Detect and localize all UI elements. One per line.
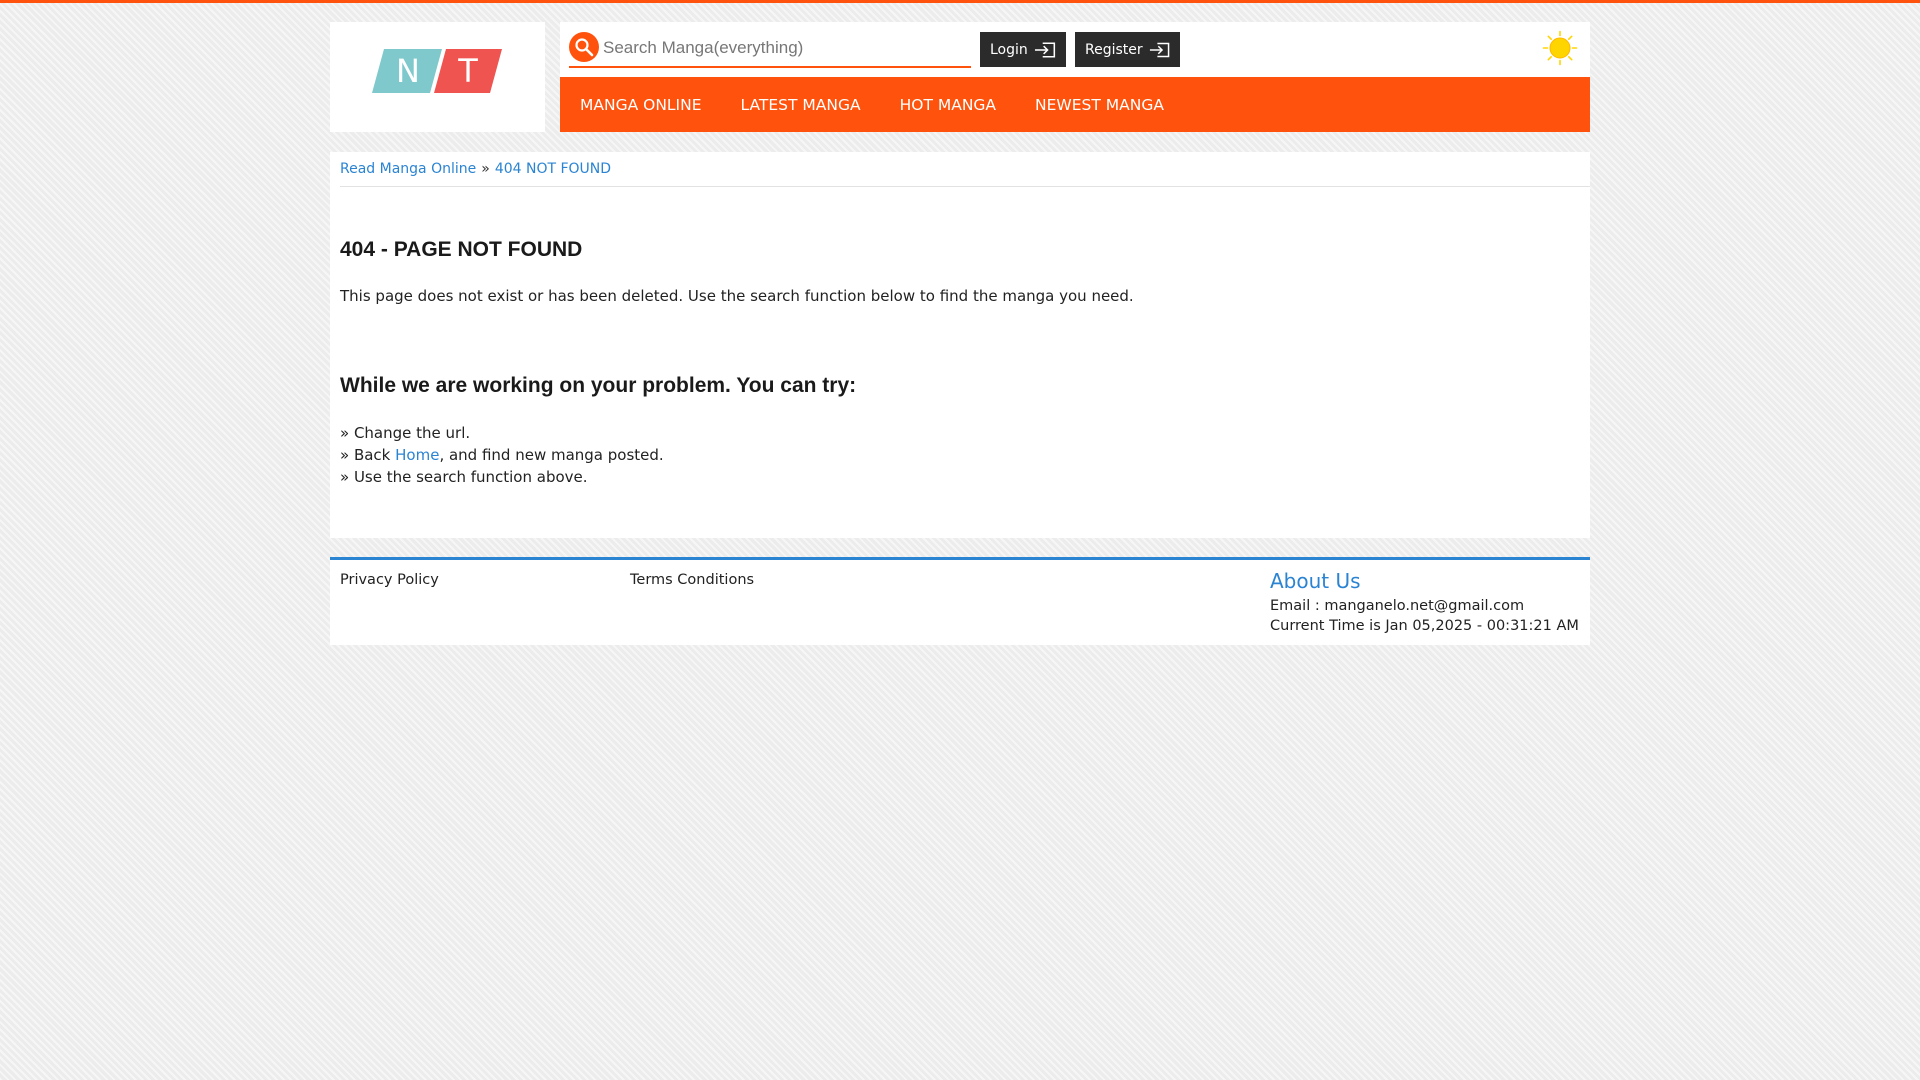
breadcrumb-separator: »	[481, 161, 490, 177]
breadcrumb: Read Manga Online » 404 NOT FOUND	[340, 152, 1590, 187]
header: Login Register	[560, 22, 1590, 132]
sun-icon	[1542, 30, 1578, 66]
nav-item-latest-manga[interactable]: LATEST MANGA	[741, 96, 861, 114]
logo-letter-n: N	[396, 52, 420, 90]
page-title: 404 - PAGE NOT FOUND	[340, 238, 583, 261]
search-input[interactable]	[603, 35, 963, 61]
top-accent-stripe	[0, 0, 1920, 3]
register-label: Register	[1085, 41, 1143, 58]
sign-in-icon	[1149, 42, 1169, 57]
suggestions-list: » Change the url. » Back Home, and find …	[340, 422, 664, 488]
current-time: Current Time is Jan 05,2025 - 00:31:21 A…	[1270, 618, 1579, 634]
logo-letter-t: T	[457, 52, 478, 90]
nt-logo-icon: N T	[372, 49, 502, 93]
theme-toggle[interactable]	[1542, 30, 1578, 66]
list-item: » Back Home, and find new manga posted.	[340, 444, 664, 466]
breadcrumb-home-link[interactable]: Read Manga Online	[340, 161, 476, 177]
privacy-policy-link[interactable]: Privacy Policy	[340, 572, 439, 588]
nav-item-hot-manga[interactable]: HOT MANGA	[900, 96, 996, 114]
breadcrumb-current-link[interactable]: 404 NOT FOUND	[495, 161, 611, 177]
footer: Privacy Policy Terms Conditions About Us…	[330, 557, 1590, 645]
register-button[interactable]: Register	[1075, 32, 1180, 67]
contact-email: Email : manganelo.net@gmail.com	[1270, 598, 1525, 614]
search-bar	[569, 32, 971, 68]
tip-text: , and find new manga posted.	[439, 446, 664, 464]
tip-text: » Use the search function above.	[340, 468, 588, 486]
nav-item-newest-manga[interactable]: NEWEST MANGA	[1035, 96, 1164, 114]
tip-text: » Change the url.	[340, 424, 471, 442]
sign-in-icon	[1034, 41, 1055, 58]
main-content: Read Manga Online » 404 NOT FOUND 404 - …	[330, 152, 1590, 538]
suggestions-heading: While we are working on your problem. Yo…	[340, 374, 857, 397]
home-link[interactable]: Home	[395, 446, 439, 464]
error-description: This page does not exist or has been del…	[340, 287, 1134, 305]
main-nav: MANGA ONLINE LATEST MANGA HOT MANGA NEWE…	[560, 77, 1590, 132]
list-item: » Change the url.	[340, 422, 664, 444]
list-item: » Use the search function above.	[340, 466, 664, 488]
site-logo[interactable]: N T	[330, 22, 545, 132]
login-label: Login	[990, 41, 1028, 58]
login-button[interactable]: Login	[980, 32, 1066, 67]
about-us-heading: About Us	[1270, 569, 1361, 593]
tip-text: » Back	[340, 446, 396, 464]
search-icon[interactable]	[569, 32, 599, 62]
nav-item-manga-online[interactable]: MANGA ONLINE	[580, 96, 702, 114]
terms-conditions-link[interactable]: Terms Conditions	[630, 572, 754, 588]
